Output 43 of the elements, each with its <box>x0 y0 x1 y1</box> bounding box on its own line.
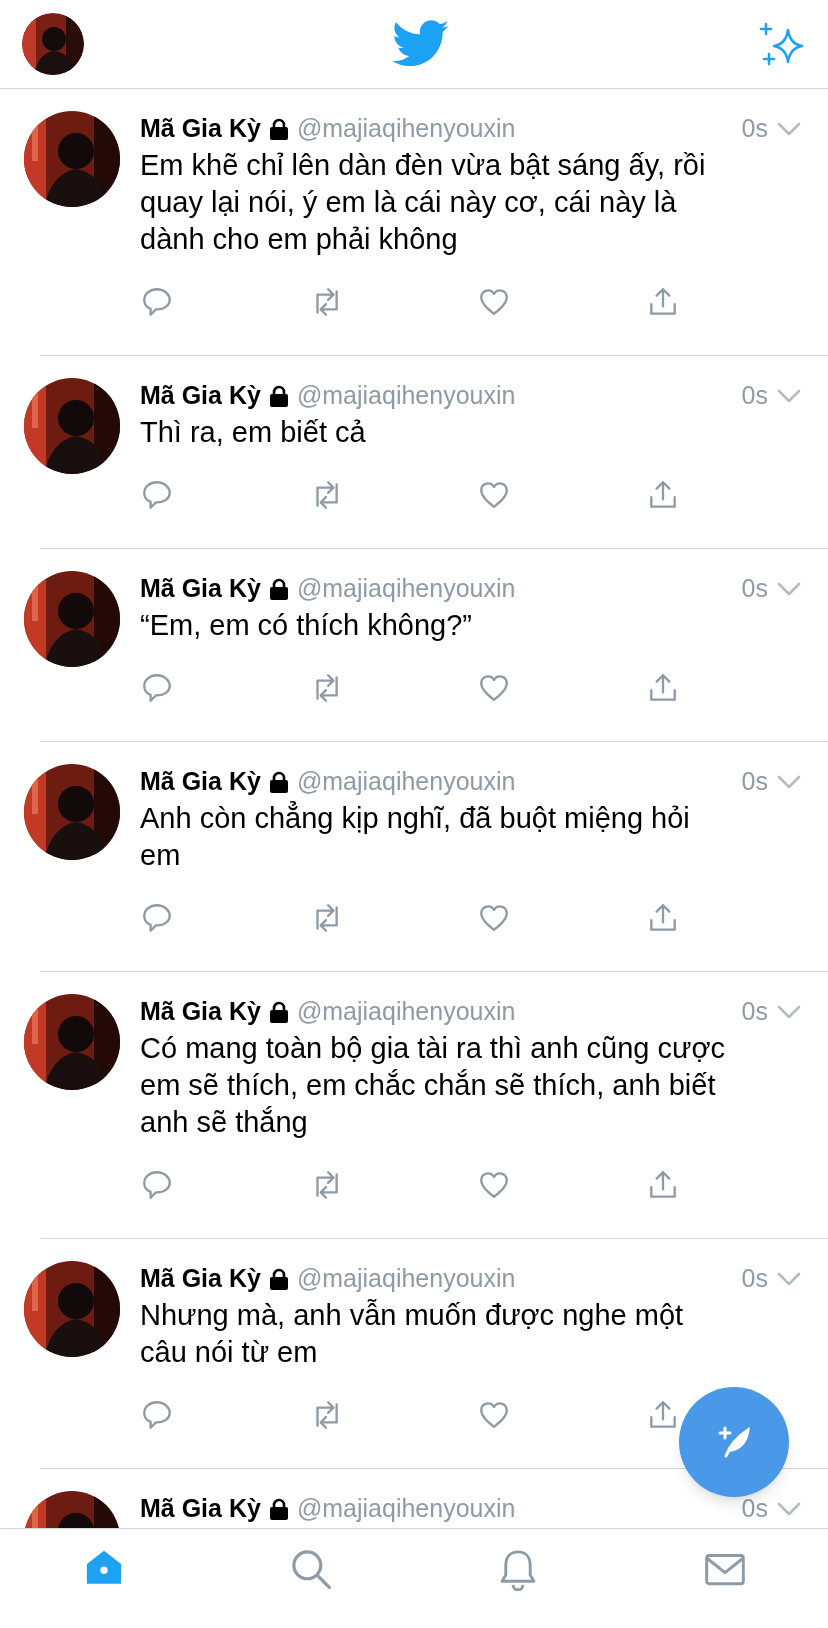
author-name[interactable]: Mã Gia Kỳ <box>140 1260 261 1298</box>
reply-icon[interactable] <box>140 285 174 319</box>
chevron-down-icon[interactable] <box>776 388 802 404</box>
timestamp: 0s <box>741 380 768 412</box>
lock-icon <box>268 385 289 407</box>
sparkle-icon[interactable] <box>758 20 806 68</box>
chevron-down-icon[interactable] <box>776 581 802 597</box>
author-name[interactable]: Mã Gia Kỳ <box>140 110 261 148</box>
tweet-text: Em khẽ chỉ lên dàn đèn vừa bật sáng ấy, rồi quay lại nói, ý em là cái này cơ, cái này là dành cho em phải không <box>140 148 707 257</box>
timestamp: 0s <box>741 113 768 145</box>
tweet-text: Anh còn chẳng kịp nghĩ, đã buột miệng hỏi em <box>140 800 691 873</box>
chevron-down-icon[interactable] <box>776 1271 802 1287</box>
chevron-down-icon[interactable] <box>776 774 802 790</box>
feather-plus-icon <box>716 1424 752 1460</box>
reply-icon[interactable] <box>140 901 174 935</box>
tweet-text: Nhưng mà, anh vẫn muốn được nghe một câu nói từ em <box>140 1298 685 1370</box>
reply-icon[interactable] <box>140 478 174 512</box>
bird-logo-icon <box>392 20 450 68</box>
reply-icon[interactable] <box>140 1168 174 1202</box>
timestamp: 0s <box>741 1493 768 1525</box>
lock-icon <box>268 1001 289 1023</box>
tweet-text: Có mang toàn bộ gia tài ra thì anh cũng cược em sẽ thích, em chắc chắn sẽ thích, anh biết anh sẽ thắng <box>140 1031 726 1140</box>
lock-icon <box>268 118 289 140</box>
lock-icon <box>268 1498 289 1520</box>
author-name[interactable]: Mã Gia Kỳ <box>140 993 261 1031</box>
timestamp: 0s <box>741 766 768 798</box>
chevron-down-icon[interactable] <box>776 121 802 137</box>
author-name[interactable]: Mã Gia Kỳ <box>140 570 261 608</box>
lock-icon <box>268 771 289 793</box>
tweet-text: “Em, em có thích không?” <box>140 608 474 643</box>
timestamp: 0s <box>741 996 768 1028</box>
timestamp: 0s <box>741 573 768 605</box>
author-name[interactable]: Mã Gia Kỳ <box>140 763 261 801</box>
lock-icon <box>268 1268 289 1290</box>
lock-icon <box>268 578 289 600</box>
author-name[interactable]: Mã Gia Kỳ <box>140 377 261 415</box>
tweet-text: Thì ra, em biết cả <box>140 415 367 450</box>
chevron-down-icon[interactable] <box>776 1501 802 1517</box>
reply-icon[interactable] <box>140 671 174 705</box>
reply-icon[interactable] <box>140 1398 174 1432</box>
author-name[interactable]: Mã Gia Kỳ <box>140 1490 261 1528</box>
chevron-down-icon[interactable] <box>776 1004 802 1020</box>
timestamp: 0s <box>741 1263 768 1295</box>
